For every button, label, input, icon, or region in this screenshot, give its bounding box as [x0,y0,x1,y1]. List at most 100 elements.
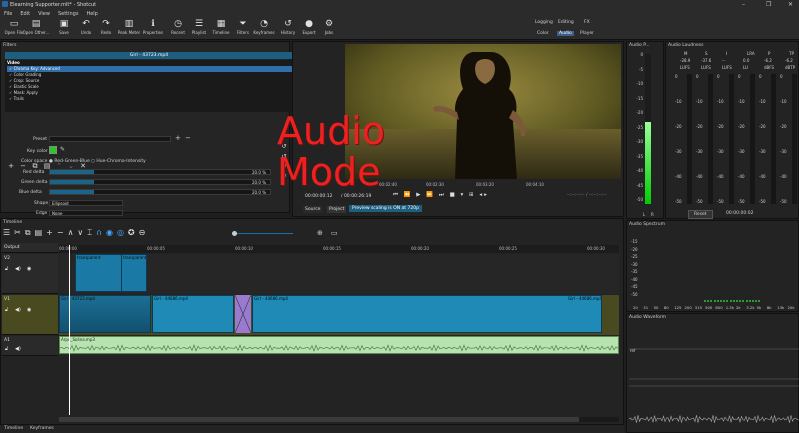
eyedropper-icon[interactable]: ✎ [60,146,65,153]
menu-view[interactable]: View [38,11,50,17]
layout-player[interactable]: Player [580,31,594,36]
delta-slider[interactable]: 20.0 % [49,169,271,175]
layout-editing[interactable]: Editing [558,20,574,25]
remove-icon[interactable]: − [57,228,68,237]
preset-combo[interactable] [49,136,171,142]
loudness-tick: 0 [759,74,762,79]
clip-arpu-solina[interactable]: Arpu_Solina.mp3 [59,336,619,354]
track-head-v1[interactable]: V1 🔓︎ ◀) ◉ [2,295,58,335]
shape-combo[interactable]: Ellipsoid [49,200,123,206]
ruler-label: 00:00:05 [147,246,165,251]
layout-audio[interactable]: Audio [557,31,574,36]
menu-settings[interactable]: Settings [58,11,79,17]
track-head-a1[interactable]: A1 🔓︎ ◀) [2,336,58,356]
menu-edit[interactable]: Edit [20,11,30,17]
filter-item[interactable]: ✓ Trails [7,96,293,102]
copy-icon[interactable]: ⧉ [25,228,35,237]
loudness-unit: dBFS [764,65,775,70]
peak-tick: -35 [636,153,643,159]
loudness-tick: -30 [780,149,787,154]
save-preset-icon[interactable]: + [175,134,181,142]
playhead[interactable] [69,245,70,415]
delete-preset-icon[interactable]: − [185,134,191,142]
snap-icon[interactable]: ∩ [96,228,106,237]
add-filter-icon[interactable]: + [5,162,17,170]
spectrum-freq: 31 [643,305,649,310]
color-space-hci-radio[interactable]: ○ Hue-Chroma-Intensity [91,159,146,164]
spectrum-bar [707,300,710,302]
spectrum-tick: -30 [631,261,638,267]
loudness-tick: -10 [780,99,787,104]
loudness-reset-button[interactable]: Reset [688,210,713,219]
zoom-fit-icon[interactable]: ▭ [331,229,338,237]
cut-icon[interactable]: ✂ [14,228,25,237]
delta-slider[interactable]: 20.0 % [49,179,271,185]
spectrum-freq: 50 [653,305,659,310]
ripple-icon[interactable]: ◎ [117,228,128,237]
split-icon[interactable]: ⌶ [87,228,96,237]
spectrum-tick: -25 [631,254,638,259]
menu-help[interactable]: Help [86,11,97,17]
close-button[interactable]: ✕ [788,1,793,8]
append-icon[interactable]: + [46,228,57,237]
ripple-all-icon[interactable]: ✪ [128,228,139,237]
tab-source[interactable]: Source [303,206,323,213]
jobs-button[interactable]: ⚙ Jobs [318,19,340,35]
timeline-scrollbar[interactable] [59,417,619,422]
spectrum-bar [758,300,761,302]
clip-girl-43723[interactable]: Girl - 43723.mp4 [59,295,151,333]
mute-icon[interactable]: ◀) [15,346,21,352]
overwrite-icon[interactable]: ∨ [77,228,87,237]
transition-clip[interactable] [234,294,252,334]
tab-project[interactable]: Project [327,206,347,213]
slider-label: Blue delta [19,190,42,195]
layout-color[interactable]: Color [537,31,549,36]
track-head-v2[interactable]: V2 🔓︎ ◀) ◉ [2,254,58,294]
timeline-icon: ▦ [216,19,226,29]
eye-icon[interactable]: ◉ [27,307,31,313]
preview-scaling-button[interactable]: Preview scaling is ON at 720p [349,205,422,212]
lock-icon[interactable]: 🔓︎ [5,266,8,272]
edge-combo[interactable]: None [49,210,123,216]
layout-fx[interactable]: FX [584,20,590,25]
spectrum-freq: 5k [756,305,762,310]
clip-girl-44686-1[interactable]: Girl - 44686.mp4 [152,295,234,333]
minimize-button[interactable]: – [742,1,745,8]
peak-tick: -5 [639,66,643,72]
paste-icon[interactable]: ▤ [35,228,47,237]
timeline-toolbar: ☰✂⧉▤+−∧∨⌶∩◉◎✪⊖ [3,228,303,240]
delta-slider[interactable]: 20.0 % [49,189,271,195]
mute-icon[interactable]: ◀) [15,307,21,313]
lock-icon[interactable]: 🔓︎ [5,346,8,352]
loudness-tick: -20 [738,124,745,129]
mute-icon[interactable]: ◀) [15,266,21,272]
open-other-button[interactable]: ▤ Open Other... [23,19,50,35]
key-color-swatch[interactable] [49,146,57,154]
color-space-rgb-radio[interactable]: ● Red-Green-Blue [49,159,90,164]
clip-girl-44686-2[interactable]: Girl - 44686.mp4 Girl - 44686.mp4 [252,295,602,333]
zoom-slider-handle[interactable] [232,231,237,236]
timecode-current[interactable]: 00:00:00:12 [305,194,332,199]
maximize-button[interactable]: ❐ [766,1,771,8]
spectrum-bar [720,300,722,302]
tab-keyframes[interactable]: Keyframes [30,426,54,431]
zoom-in-icon[interactable]: ⊕ [317,229,323,237]
timeline-menu-icon[interactable]: ☰ [3,228,14,237]
menu-file[interactable]: File [4,11,12,17]
transport-controls[interactable]: ⏮ ⏪ ▶ ⏩ ⏭ ■ ▾ ⊞ ◂▸ [393,192,489,199]
clip-transparent-2[interactable]: transparent [121,254,147,292]
viewer-ruler-label: 00:02:30 [426,182,444,187]
scrub-icon[interactable]: ◉ [106,228,117,237]
zoom-slider[interactable] [233,233,293,234]
spectrum-bar [713,300,716,302]
zoom-out-icon[interactable]: ⊖ [139,228,150,237]
viewer-in-out: --:--:--:-- / --:--:--:-- [567,193,607,198]
eye-icon[interactable]: ◉ [27,266,31,272]
layout-logging[interactable]: Logging [535,20,553,25]
lock-icon[interactable]: 🔓︎ [5,307,8,313]
tab-timeline[interactable]: Timeline [4,426,23,431]
lift-icon[interactable]: ∧ [68,228,78,237]
timeline-ruler[interactable]: 00:00:00 00:00:05 00:00:10 00:00:15 00:00:20… [59,245,619,253]
spectrum-freq: 1.3k [725,305,734,310]
spectrum-tick: -35 [631,269,638,274]
